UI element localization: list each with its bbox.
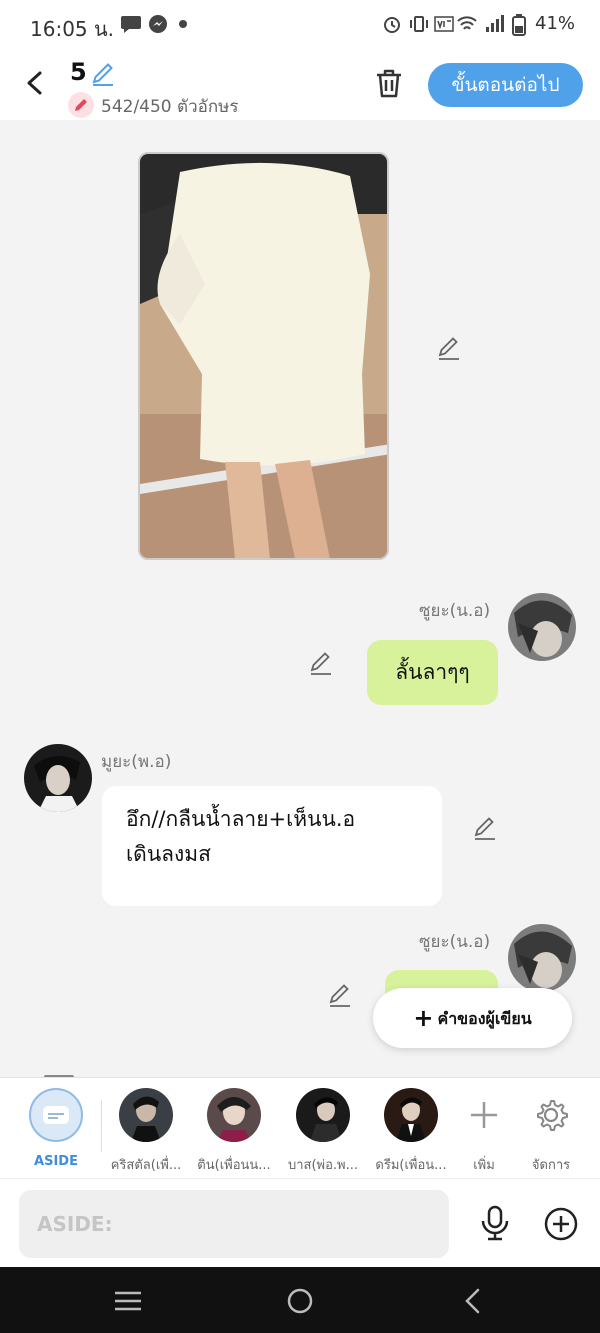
strip-divider bbox=[101, 1100, 102, 1152]
sender-avatar[interactable] bbox=[508, 593, 576, 661]
episode-number: 5 bbox=[70, 58, 87, 86]
home-icon[interactable] bbox=[285, 1286, 315, 1316]
chat-bubble-icon bbox=[121, 16, 141, 33]
character-avatar bbox=[384, 1088, 438, 1142]
message-bubble[interactable]: ลั้นลาๆๆ bbox=[367, 640, 498, 705]
sender-name: ซูยะ(น.อ) bbox=[419, 932, 491, 952]
volte-icon bbox=[434, 16, 454, 32]
aside-icon bbox=[29, 1088, 83, 1142]
character-name: ติน(เพื่อนน... bbox=[197, 1158, 271, 1173]
edit-title-pencil-icon[interactable] bbox=[90, 60, 116, 86]
messenger-icon bbox=[149, 15, 167, 33]
back-arrow-icon[interactable] bbox=[20, 68, 50, 98]
sender-name: ซูยะ(น.อ) bbox=[419, 601, 491, 621]
message-text-line: เดินลงมส bbox=[126, 842, 211, 866]
next-step-button[interactable]: ขั้นตอนต่อไป bbox=[428, 63, 583, 107]
manage-characters-button[interactable]: จัดการ bbox=[511, 1088, 591, 1175]
plus-icon: + bbox=[413, 1004, 434, 1032]
edit-pencil-icon[interactable] bbox=[436, 335, 462, 361]
red-pencil-icon bbox=[75, 99, 87, 111]
aside-selector[interactable]: ASIDE bbox=[16, 1088, 96, 1169]
character-name: ดรีม(เพื่อน... bbox=[375, 1158, 447, 1173]
microphone-icon[interactable] bbox=[479, 1205, 511, 1241]
alarm-icon bbox=[384, 17, 400, 33]
system-back-icon[interactable] bbox=[458, 1286, 488, 1316]
system-nav-bar bbox=[0, 1267, 600, 1333]
dot-icon bbox=[179, 20, 187, 28]
sender-avatar[interactable] bbox=[24, 744, 92, 812]
character-name: คริสตัล(เพื่... bbox=[110, 1158, 182, 1173]
recent-apps-icon[interactable] bbox=[113, 1286, 143, 1316]
composer bbox=[0, 1178, 600, 1267]
battery-icon bbox=[512, 14, 526, 36]
status-time: 16:05 น. bbox=[30, 17, 115, 41]
image-message[interactable] bbox=[138, 152, 389, 560]
vibrate-icon bbox=[410, 16, 428, 32]
message-text: ลั้นลาๆๆ bbox=[395, 660, 470, 684]
aside-bubble-icon bbox=[43, 1106, 69, 1124]
char-count: 542/450 ตัวอักษร bbox=[101, 97, 239, 117]
signal-icon bbox=[486, 15, 504, 32]
character-avatar bbox=[119, 1088, 173, 1142]
writer-note-button[interactable]: + คำของผู้เขียน bbox=[373, 988, 572, 1048]
avatar-image bbox=[508, 593, 576, 661]
trash-icon[interactable] bbox=[374, 67, 404, 99]
wifi-icon bbox=[457, 16, 477, 30]
edit-pencil-icon[interactable] bbox=[327, 982, 353, 1008]
gear-icon bbox=[537, 1100, 568, 1131]
character-strip: ASIDE คริสตัล(เพื่... ติน(เพื่อนน... บาส… bbox=[0, 1077, 600, 1178]
sender-avatar[interactable] bbox=[508, 924, 576, 992]
photo-image bbox=[140, 154, 387, 558]
character-name: บาส(พ่อ.พ... bbox=[287, 1158, 359, 1173]
avatar-image bbox=[508, 924, 576, 992]
edit-pencil-icon[interactable] bbox=[472, 815, 498, 841]
character-avatar bbox=[296, 1088, 350, 1142]
editor-header: 5 542/450 ตัวอักษร ขั้นตอนต่อไป bbox=[0, 50, 600, 120]
status-bar: 16:05 น. 41% bbox=[0, 0, 600, 50]
character-item[interactable]: ติน(เพื่อนน... bbox=[194, 1088, 274, 1175]
avatar-image bbox=[24, 744, 92, 812]
plus-icon bbox=[471, 1102, 497, 1128]
character-avatar bbox=[207, 1088, 261, 1142]
character-item[interactable]: ดรีม(เพื่อน... bbox=[371, 1088, 451, 1175]
character-item[interactable]: คริสตัล(เพื่... bbox=[106, 1088, 186, 1175]
chat-area[interactable]: ซูยะ(น.อ) ลั้นลาๆๆ มูยะ(พ.อ) อึก//กลืนน้… bbox=[0, 120, 600, 1077]
sender-name: มูยะ(พ.อ) bbox=[101, 752, 172, 772]
message-bubble[interactable]: อึก//กลืนน้ำลาย+เห็นน.อ เดินลงมส bbox=[102, 786, 442, 906]
message-input[interactable] bbox=[19, 1190, 449, 1258]
message-text-line: อึก//กลืนน้ำลาย+เห็นน.อ bbox=[126, 807, 356, 831]
battery-percent: 41% bbox=[535, 13, 576, 34]
manage-label: จัดการ bbox=[531, 1158, 571, 1173]
edit-pencil-icon[interactable] bbox=[308, 650, 334, 676]
character-item[interactable]: บาส(พ่อ.พ... bbox=[283, 1088, 363, 1175]
char-count-badge bbox=[68, 92, 94, 118]
add-attachment-icon[interactable] bbox=[543, 1206, 579, 1242]
aside-label: ASIDE bbox=[34, 1154, 78, 1169]
writer-note-label: คำของผู้เขียน bbox=[437, 1009, 532, 1028]
